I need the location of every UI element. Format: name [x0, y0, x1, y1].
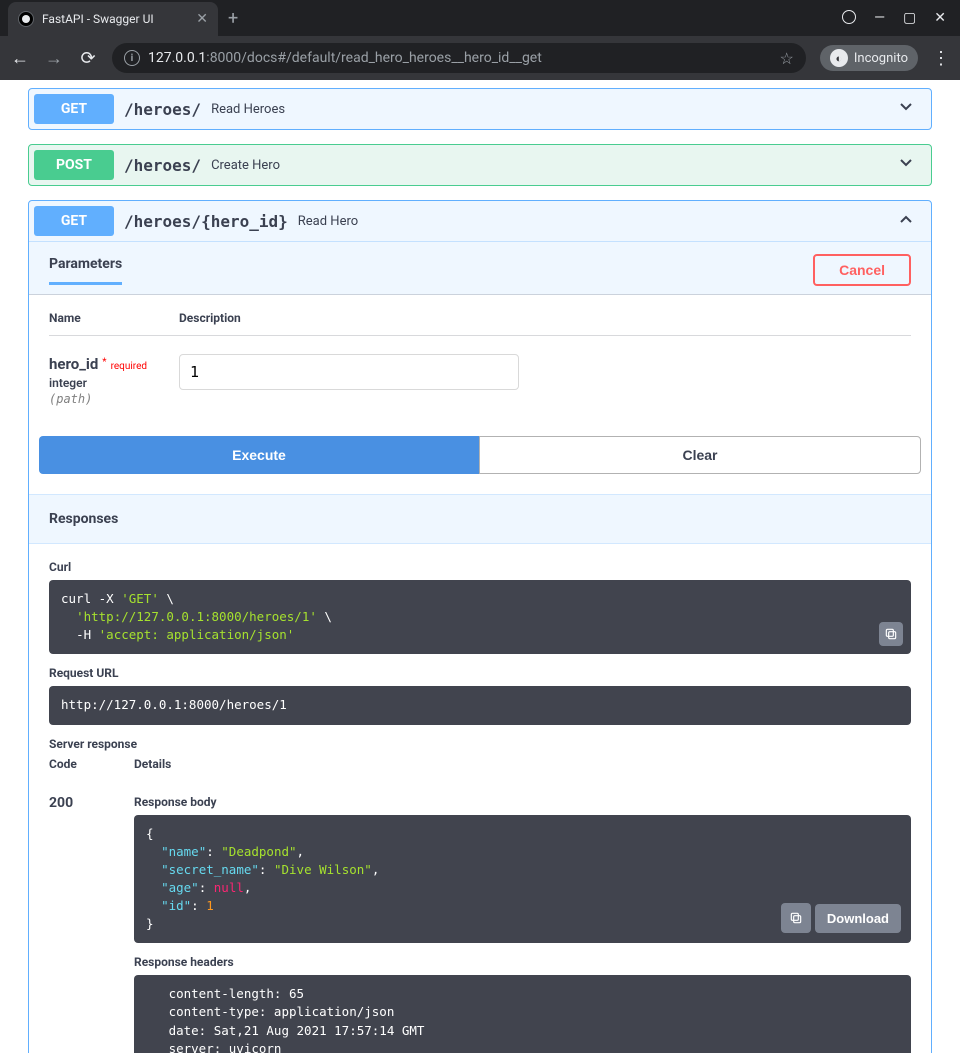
back-button[interactable]: ← — [10, 48, 30, 69]
incognito-badge[interactable]: ◐ Incognito — [820, 45, 918, 71]
endpoint-desc: Read Heroes — [211, 102, 285, 117]
reload-button[interactable]: ⟳ — [78, 48, 98, 69]
chevron-up-icon — [896, 209, 916, 233]
parameters-tab[interactable]: Parameters — [49, 256, 122, 285]
curl-block: curl -X 'GET' \ 'http://127.0.0.1:8000/h… — [49, 580, 911, 654]
method-badge-get: GET — [34, 94, 114, 124]
address-bar: ← → ⟳ i 127.0.0.1:8000/docs#/default/rea… — [0, 36, 960, 80]
param-row-hero-id: hero_id * required integer (path) — [49, 336, 911, 406]
response-table-header: Code Details — [49, 757, 911, 781]
endpoint-path: /heroes/{hero_id} — [124, 212, 288, 231]
window-control-icon[interactable] — [842, 10, 856, 24]
param-location: (path) — [49, 392, 179, 406]
swagger-page: GET /heroes/ Read Heroes POST /heroes/ C… — [0, 80, 960, 1053]
url-path: :8000/docs#/default/read_hero_heroes__he… — [206, 50, 542, 66]
tab-favicon-icon — [18, 11, 34, 27]
response-details: Response body { "name": "Deadpond", "sec… — [134, 781, 911, 1053]
tab-close-icon[interactable]: ✕ — [196, 11, 208, 27]
copy-icon[interactable] — [781, 903, 811, 933]
col-name: Name — [49, 311, 179, 325]
forward-button[interactable]: → — [44, 48, 64, 69]
required-label: required — [111, 361, 147, 372]
response-section: Curl curl -X 'GET' \ 'http://127.0.0.1:8… — [29, 544, 931, 1053]
param-type: integer — [49, 376, 179, 390]
parameters-header: Parameters Cancel — [29, 242, 931, 295]
bookmark-star-icon[interactable]: ☆ — [780, 49, 794, 68]
endpoint-read-hero: GET /heroes/{hero_id} Read Hero Paramete… — [28, 200, 932, 1053]
request-url-block: http://127.0.0.1:8000/heroes/1 — [49, 686, 911, 724]
execute-button[interactable]: Execute — [39, 436, 479, 474]
endpoint-summary[interactable]: GET /heroes/{hero_id} Read Hero — [29, 201, 931, 241]
url-host: 127.0.0.1 — [148, 50, 206, 66]
close-window-icon[interactable]: ✕ — [934, 10, 946, 26]
curl-label: Curl — [49, 560, 911, 574]
site-info-icon[interactable]: i — [124, 50, 140, 66]
cancel-button[interactable]: Cancel — [813, 254, 911, 286]
incognito-icon: ◐ — [830, 49, 848, 67]
endpoint-read-heroes: GET /heroes/ Read Heroes — [28, 88, 932, 130]
required-star-icon: * — [102, 357, 106, 368]
copy-icon[interactable] — [879, 622, 903, 646]
chevron-down-icon — [896, 153, 916, 177]
method-badge-get: GET — [34, 206, 114, 236]
chevron-down-icon — [896, 97, 916, 121]
param-name-cell: hero_id * required integer (path) — [49, 354, 179, 406]
execute-bar: Execute Clear — [29, 436, 931, 494]
endpoint-desc: Create Hero — [211, 158, 280, 173]
clear-button[interactable]: Clear — [479, 436, 921, 474]
endpoint-path: /heroes/ — [124, 156, 201, 175]
endpoint-body: Parameters Cancel Name Description hero_… — [29, 241, 931, 1053]
browser-menu-icon[interactable]: ⋮ — [932, 48, 950, 69]
responses-header: Responses — [29, 494, 931, 544]
param-table-header: Name Description — [49, 311, 911, 336]
url-input[interactable]: i 127.0.0.1:8000/docs#/default/read_hero… — [112, 43, 806, 73]
response-headers-block: content-length: 65 content-type: applica… — [134, 975, 911, 1053]
col-description: Description — [179, 311, 241, 325]
param-name: hero_id — [49, 355, 98, 373]
window-controls: — ▢ ✕ — [842, 10, 960, 26]
response-code: 200 — [49, 781, 134, 1053]
param-input-cell — [179, 354, 519, 406]
endpoint-summary[interactable]: GET /heroes/ Read Heroes — [29, 89, 931, 129]
maximize-icon[interactable]: ▢ — [903, 10, 916, 26]
response-body-label: Response body — [134, 795, 911, 809]
browser-tab[interactable]: FastAPI - Swagger UI ✕ — [8, 2, 218, 36]
minimize-icon[interactable]: — — [874, 10, 885, 26]
endpoint-desc: Read Hero — [298, 214, 358, 229]
parameters-section: Name Description hero_id * required inte… — [29, 295, 931, 436]
method-badge-post: POST — [34, 150, 114, 180]
incognito-label: Incognito — [854, 51, 908, 66]
response-body-block: { "name": "Deadpond", "secret_name": "Di… — [134, 815, 911, 944]
col-code: Code — [49, 757, 134, 771]
new-tab-button[interactable]: + — [228, 8, 238, 29]
tab-bar: FastAPI - Swagger UI ✕ + — ▢ ✕ — [0, 0, 960, 36]
hero-id-input[interactable] — [179, 354, 519, 390]
endpoint-create-hero: POST /heroes/ Create Hero — [28, 144, 932, 186]
server-response-label: Server response — [49, 737, 911, 751]
endpoint-path: /heroes/ — [124, 100, 201, 119]
response-headers-label: Response headers — [134, 955, 911, 969]
download-button[interactable]: Download — [815, 904, 901, 933]
request-url-label: Request URL — [49, 666, 911, 680]
tab-title: FastAPI - Swagger UI — [42, 12, 188, 26]
endpoint-summary[interactable]: POST /heroes/ Create Hero — [29, 145, 931, 185]
browser-chrome: FastAPI - Swagger UI ✕ + — ▢ ✕ ← → ⟳ i 1… — [0, 0, 960, 80]
col-details: Details — [134, 757, 171, 771]
response-row: 200 Response body { "name": "Deadpond", … — [49, 781, 911, 1053]
